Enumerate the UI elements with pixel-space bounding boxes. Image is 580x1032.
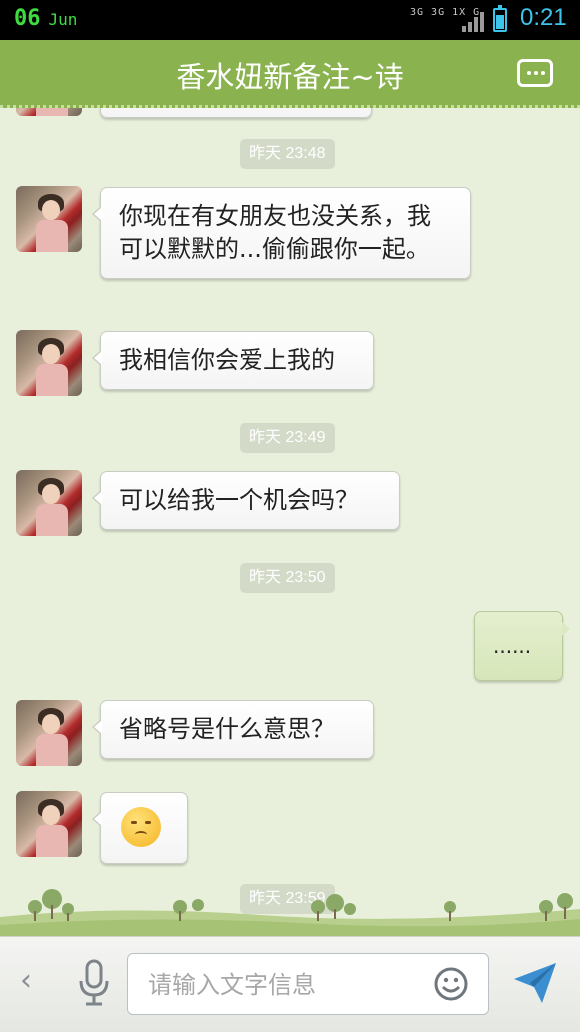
avatar[interactable] (16, 186, 82, 252)
chat-title: 香水妞新备注~诗 (176, 60, 404, 94)
message-bubble[interactable]: 我相信你会爱上我的 (92, 331, 374, 390)
chat-area[interactable]: 昨天 23:48 你现在有女朋友也没关系，我可以默默的...偷偷跟你一起。 我相… (0, 108, 580, 936)
landscape-decoration (0, 889, 580, 936)
chevron-left-icon[interactable]: ‹ (20, 963, 32, 998)
status-bar: 06 Jun 3G 3G 1X G 0:21 (0, 0, 580, 40)
message-bubble-partial[interactable] (100, 108, 372, 118)
message-input[interactable] (146, 966, 420, 1004)
send-icon[interactable] (512, 959, 558, 1005)
message-input-box[interactable] (127, 953, 489, 1015)
avatar[interactable] (16, 470, 82, 536)
microphone-icon[interactable] (78, 959, 110, 1007)
chat-header: 香水妞新备注~诗 (0, 40, 580, 108)
timestamp: 昨天 23:50 (240, 563, 335, 593)
avatar[interactable] (16, 330, 82, 396)
message-bubble[interactable]: 你现在有女朋友也没关系，我可以默默的...偷偷跟你一起。 (92, 187, 471, 279)
battery-icon (493, 5, 507, 32)
message-bubble-emoji[interactable] (92, 792, 188, 864)
message-bubble[interactable]: 可以给我一个机会吗？ (92, 471, 400, 530)
more-menu-icon[interactable] (517, 59, 553, 87)
smiley-icon[interactable] (433, 966, 469, 1002)
input-bar: ‹ (0, 936, 580, 1032)
avatar[interactable] (16, 700, 82, 766)
message-bubble[interactable]: 省略号是什么意思？ (92, 700, 374, 759)
timestamp: 昨天 23:49 (240, 423, 335, 453)
message-bubble-outgoing[interactable]: ...... (474, 611, 570, 681)
timestamp: 昨天 23:48 (240, 139, 335, 169)
avatar[interactable] (16, 791, 82, 857)
status-time: 0:21 (520, 4, 567, 31)
status-date: 06 Jun (14, 6, 78, 31)
shy-emoji-icon (121, 807, 161, 847)
signal-icon (462, 12, 486, 32)
avatar[interactable] (16, 108, 82, 116)
